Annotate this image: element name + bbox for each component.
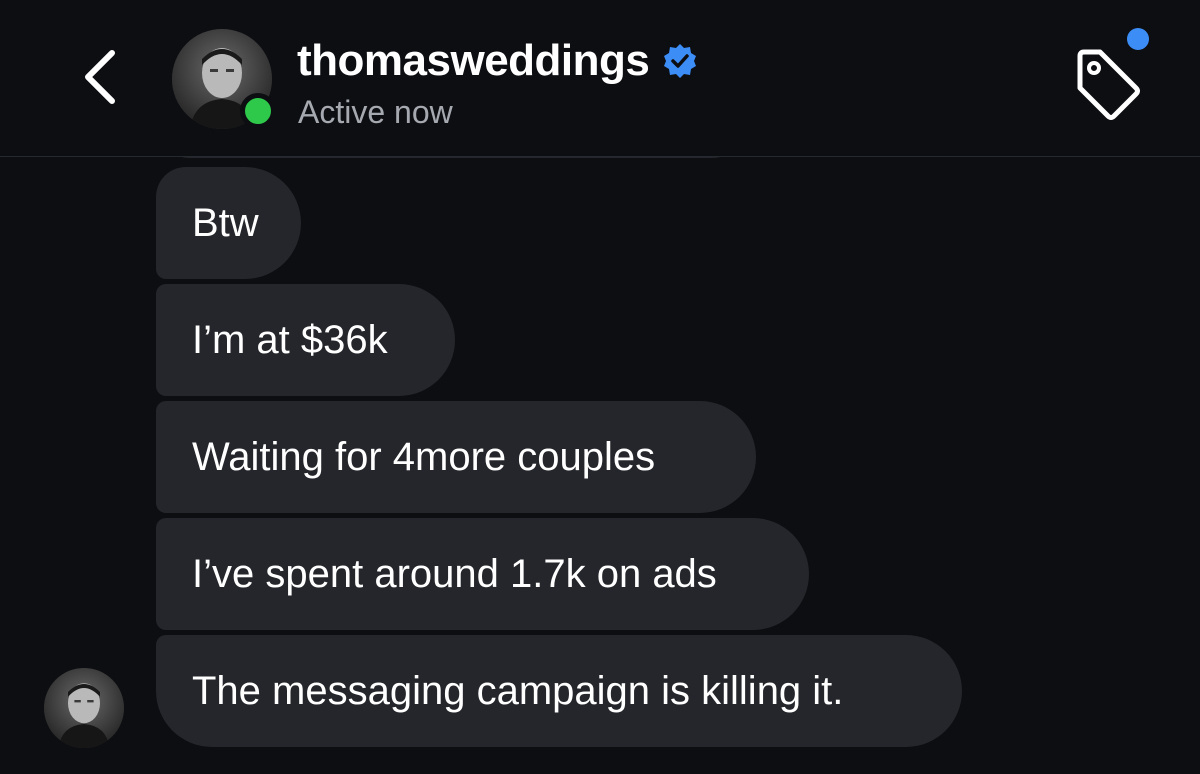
sender-avatar[interactable] — [44, 668, 124, 748]
profile-avatar-button[interactable] — [172, 29, 276, 131]
verified-badge-icon — [661, 42, 699, 80]
notification-dot — [1127, 28, 1149, 50]
message-bubble[interactable]: Btw — [156, 167, 301, 279]
chat-header: thomasweddings Active now — [0, 0, 1200, 157]
chat-screen: thomasweddings Active now Btw I’m at $36… — [0, 0, 1200, 774]
message-text: I’m at $36k — [192, 317, 388, 362]
message-bubble[interactable]: I’m at $36k — [156, 284, 455, 396]
message-text: I’ve spent around 1.7k on ads — [192, 551, 717, 596]
active-status: Active now — [298, 94, 453, 130]
tag-button[interactable] — [1070, 44, 1146, 120]
username-row[interactable]: thomasweddings — [297, 36, 699, 86]
message-bubble[interactable]: I’ve spent around 1.7k on ads — [156, 518, 809, 630]
tag-icon — [1077, 49, 1140, 120]
message-text: Btw — [192, 200, 259, 245]
username: thomasweddings — [297, 36, 650, 85]
online-status-dot — [240, 93, 276, 129]
message-bubble[interactable]: The messaging campaign is killing it. — [156, 635, 962, 747]
message-text: Waiting for 4more couples — [192, 434, 656, 479]
back-button[interactable] — [70, 42, 130, 112]
message-text: The messaging campaign is killing it. — [192, 668, 844, 713]
chevron-left-icon — [85, 50, 115, 104]
message-bubble[interactable]: Waiting for 4more couples — [156, 401, 756, 513]
